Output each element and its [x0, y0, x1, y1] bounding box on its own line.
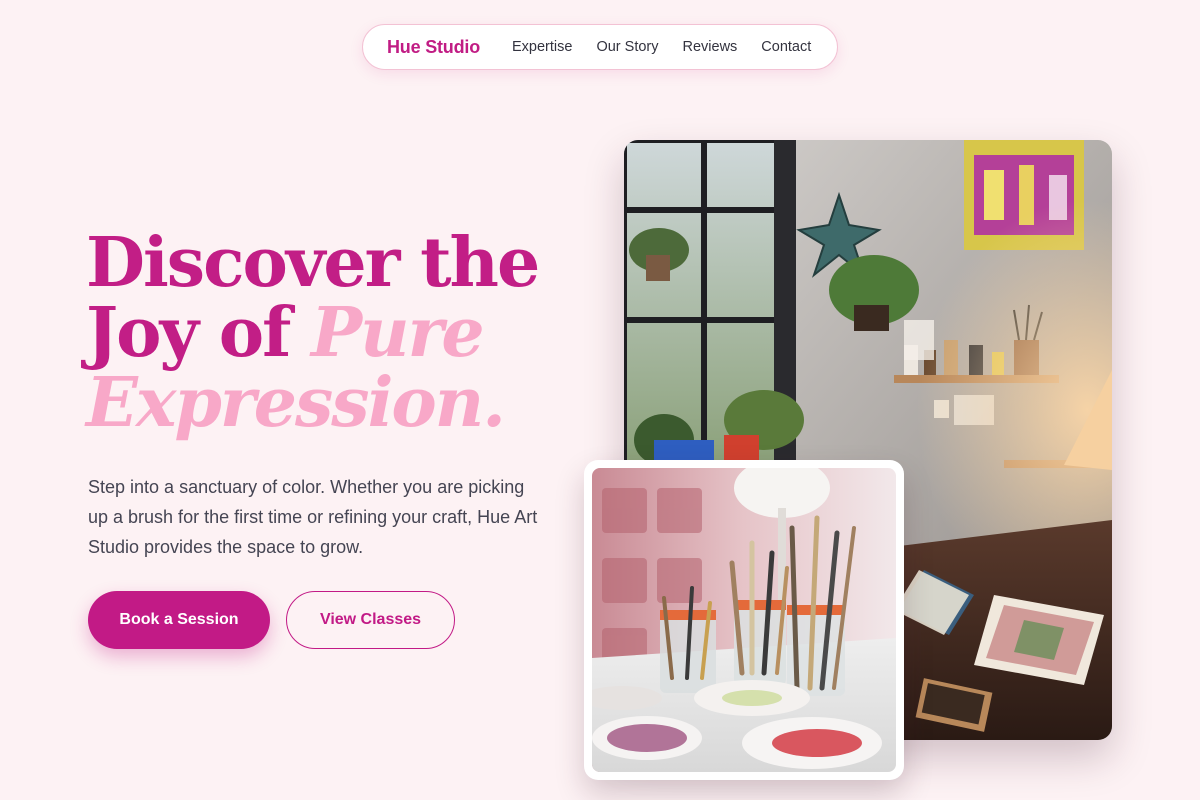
brush-photo — [592, 468, 896, 772]
hero-title-pure: Pure — [311, 293, 485, 373]
nav-link-our-story[interactable]: Our Story — [596, 39, 658, 55]
hero-description: Step into a sanctuary of color. Whether … — [88, 477, 538, 557]
hero-title-joy-of: Joy of — [86, 293, 311, 373]
hero-title: Discover the Joy of Pure Expression. — [86, 228, 586, 438]
brush-photo-frame — [584, 460, 904, 780]
hero-title-line-2: Joy of Pure — [86, 298, 586, 368]
nav-link-reviews[interactable]: Reviews — [683, 39, 738, 55]
view-classes-button[interactable]: View Classes — [286, 591, 455, 649]
book-session-button[interactable]: Book a Session — [88, 591, 270, 649]
top-nav: Hue Studio Expertise Our Story Reviews C… — [362, 24, 838, 70]
brand-logo[interactable]: Hue Studio — [387, 37, 480, 58]
nav-link-contact[interactable]: Contact — [761, 39, 811, 55]
nav-link-expertise[interactable]: Expertise — [512, 39, 572, 55]
hero-title-line-3: Expression. — [86, 363, 506, 443]
hero-title-line-1: Discover the — [86, 223, 540, 303]
